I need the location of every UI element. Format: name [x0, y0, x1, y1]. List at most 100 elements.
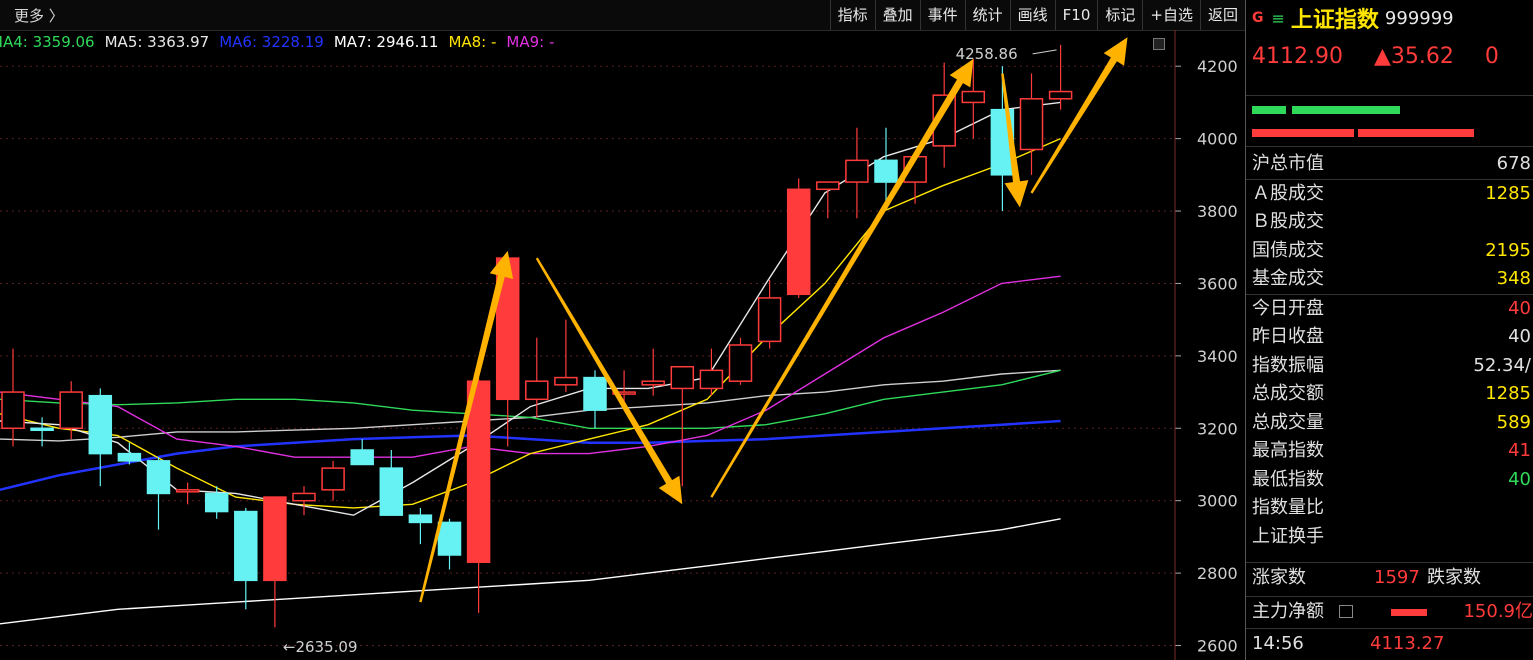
quote-row-label: 最高指数 — [1252, 440, 1324, 461]
quote-row: Ａ股成交 1285 — [1246, 180, 1533, 209]
quote-row: 基金成交 348 — [1246, 265, 1533, 295]
candle-body — [263, 496, 287, 582]
candle-body — [757, 297, 782, 343]
candle-body — [1019, 98, 1044, 151]
up-count-label: 涨家数 — [1252, 567, 1306, 588]
chart-corner-button[interactable] — [1153, 38, 1165, 50]
ma-line — [0, 137, 1061, 509]
quote-row-label: 沪总市值 — [1252, 153, 1324, 174]
quote-row: 指数量比 — [1246, 494, 1533, 523]
quote-row: 昨日收盘 40 — [1246, 323, 1533, 352]
candle-body — [204, 492, 229, 513]
candle-body — [728, 344, 753, 382]
quote-rows: 沪总市值 678 Ａ股成交 1285 Ｂ股成交国债成交 2195 基金成交 348 今日开盘 40… — [1246, 150, 1533, 551]
quote-row: 沪总市值 678 — [1246, 150, 1533, 180]
ma-legend: MA4: 3359.06 MA5: 3363.97 MA6: 3228.19 MA7:… — [0, 33, 564, 51]
y-tick-label: 3200 — [1197, 419, 1238, 438]
y-tick-label: 2800 — [1197, 564, 1238, 583]
chart-toolbar: 更多 〉 指标 叠加 事件 统计 画线 F10 标记 +自选 返回 — [0, 0, 1245, 31]
ma-legend-item: MA8: - — [448, 33, 497, 51]
y-tick-label: 4200 — [1197, 57, 1238, 76]
candle-body — [874, 159, 898, 183]
candle-body — [234, 510, 258, 582]
quote-row-label: 最低指数 — [1252, 468, 1324, 490]
candle-body — [146, 460, 171, 495]
candle-body — [670, 365, 695, 390]
quote-row-value: 52.34/ — [1473, 354, 1531, 376]
quote-row-value: 678 — [1496, 153, 1531, 174]
candle-body — [1048, 90, 1073, 100]
candle-body — [437, 521, 462, 556]
g-badge-icon: G — [1252, 10, 1264, 26]
candle-body — [408, 514, 433, 524]
kline-chart[interactable]: 4200 4000 3800 3600 3400 3200 3000 2800 2600 4258… — [0, 30, 1245, 660]
red-bar-1 — [1252, 129, 1354, 137]
quote-row-label: 总成交量 — [1252, 411, 1324, 433]
quote-row: 今日开盘 40 — [1246, 295, 1533, 324]
green-bar-2 — [1292, 106, 1400, 114]
toolbar-button-5[interactable]: F10 — [1054, 0, 1098, 30]
quote-panel: G ≡ 上证指数 999999 4112.90 ▲35.62 0 沪总市值 678… — [1246, 0, 1533, 660]
y-tick-label: 3400 — [1197, 347, 1238, 366]
quote-row-label: 今日开盘 — [1252, 297, 1324, 319]
breadth-row: 涨家数 1597 跌家数 — [1246, 562, 1533, 593]
quote-row: 国债成交 2195 — [1246, 237, 1533, 266]
toolbar-button-0[interactable]: 指标 — [829, 0, 875, 30]
candle-body — [816, 181, 840, 191]
high-annotation: 4258.86 — [956, 45, 1018, 63]
price-change: ▲35.62 — [1373, 44, 1454, 69]
quote-row: 最高指数 41 — [1246, 437, 1533, 466]
calculator-icon[interactable] — [1339, 605, 1353, 618]
candle-body — [699, 369, 724, 390]
menu-icon[interactable]: ≡ — [1272, 9, 1285, 28]
toolbar-button-6[interactable]: 标记 — [1097, 0, 1142, 30]
candle-body — [525, 380, 549, 401]
candle-body — [379, 467, 404, 516]
toolbar-button-2[interactable]: 事件 — [919, 0, 965, 30]
quote-row-value: 40 — [1508, 297, 1531, 319]
ma-legend-item: MA9: - — [506, 33, 555, 51]
y-tick-label: 3000 — [1197, 492, 1238, 511]
index-name: 上证指数 — [1290, 8, 1379, 33]
green-bar-1 — [1252, 106, 1286, 114]
time-label: 14:56 — [1252, 633, 1304, 654]
toolbar-button-7[interactable]: +自选 — [1142, 0, 1200, 30]
quote-row-value: 348 — [1496, 268, 1531, 289]
toolbar-button-3[interactable]: 统计 — [964, 0, 1010, 30]
candle-body — [845, 159, 869, 183]
y-tick-label: 3800 — [1197, 202, 1238, 221]
candle-body — [583, 376, 607, 411]
up-count-value: 1597 — [1374, 567, 1420, 588]
quote-row-label: Ｂ股成交 — [1252, 211, 1324, 232]
candle-body — [292, 492, 316, 502]
quote-row-value: 1285 — [1485, 182, 1531, 204]
y-tick-label: 3600 — [1197, 274, 1238, 293]
quote-row-label: 昨日收盘 — [1252, 326, 1324, 347]
candle-body — [786, 188, 811, 296]
main-flow-bar — [1391, 609, 1427, 616]
quote-row-value: 41 — [1508, 440, 1531, 461]
quote-row-label: 国债成交 — [1252, 239, 1324, 261]
time-row: 14:56 4113.27 — [1246, 628, 1533, 659]
ma-legend-item: MA4: 3359.06 — [0, 33, 95, 51]
toolbar-button-8[interactable]: 返回 — [1199, 0, 1245, 30]
ma-legend-item: MA6: 3228.19 — [219, 33, 324, 51]
toolbar-button-1[interactable]: 叠加 — [874, 0, 920, 30]
quote-row-label: 基金成交 — [1252, 268, 1324, 289]
price-line: 4112.90 ▲35.62 0 — [1252, 44, 1523, 69]
candle-body — [88, 394, 113, 455]
more-menu-button[interactable]: 更多 〉 — [14, 5, 64, 26]
quote-row-label: 总成交额 — [1252, 383, 1324, 404]
quote-row: 总成交量 589 — [1246, 409, 1533, 438]
quote-row-value: 589 — [1496, 411, 1531, 433]
candle-body — [641, 380, 665, 386]
quote-row-label: 上证换手 — [1252, 525, 1324, 547]
red-bar-2 — [1358, 129, 1474, 137]
price-change-pct: 0 — [1484, 44, 1499, 69]
y-tick-label: 4000 — [1197, 130, 1238, 149]
candle-body — [321, 467, 345, 491]
trend-arrow-icon — [710, 59, 974, 498]
last-price: 4112.90 — [1252, 44, 1343, 69]
down-count-label: 跌家数 — [1427, 567, 1481, 588]
toolbar-button-4[interactable]: 画线 — [1009, 0, 1055, 30]
